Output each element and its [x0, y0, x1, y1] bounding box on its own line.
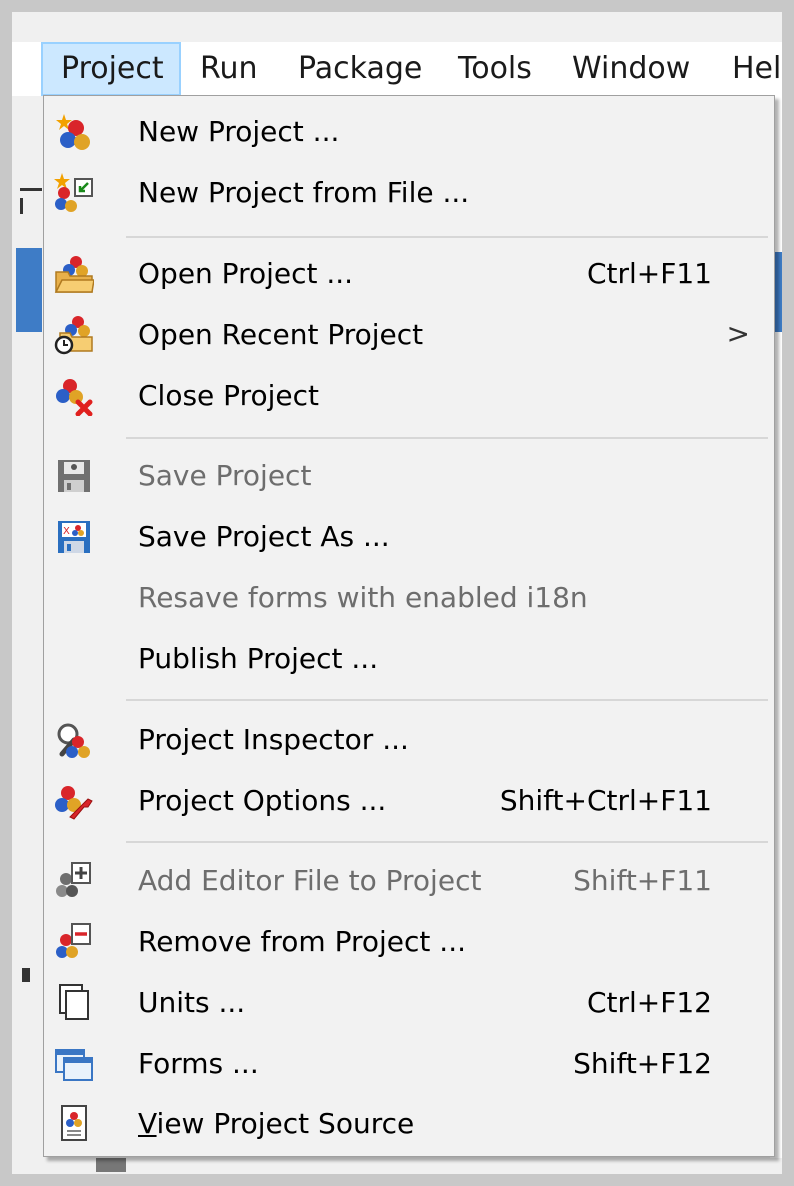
menu-item-open-recent-project[interactable]: Open Recent Project > [44, 305, 774, 365]
background-marker [20, 198, 23, 214]
menu-item-label: New Project ... [138, 115, 340, 148]
menu-item-label: Add Editor File to Project [138, 864, 482, 897]
menu-tools[interactable]: Tools [458, 42, 532, 96]
units-icon [59, 984, 89, 1020]
save-project-icon [58, 460, 90, 492]
menu-separator [126, 699, 768, 701]
remove-file-icon [56, 923, 91, 958]
menu-item-label: Open Project ... [138, 257, 354, 290]
menu-help[interactable]: Help [732, 42, 782, 96]
menu-item-new-project-from-file[interactable]: New Project from File ... [44, 163, 774, 223]
menu-item-label: Project Options ... [138, 784, 387, 817]
menu-item-shortcut: Shift+Ctrl+F11 [499, 784, 712, 817]
accelerator-key: V [138, 1107, 157, 1140]
new-project-icon [56, 114, 90, 150]
menu-package[interactable]: Package [298, 42, 422, 96]
menu-item-publish-project[interactable]: Publish Project ... [44, 629, 774, 689]
menu-separator [126, 236, 768, 238]
menu-item-save-project-as[interactable]: X Save Project As ... [44, 507, 774, 567]
menu-item-label: Project Inspector ... [138, 723, 409, 756]
menu-window[interactable]: Window [572, 42, 690, 96]
menu-item-label: Open Recent Project [138, 318, 424, 351]
menu-item-remove-from-project[interactable]: Remove from Project ... [44, 912, 774, 972]
open-project-icon [54, 256, 94, 293]
new-project-from-file-icon [54, 173, 93, 212]
menu-item-label: Forms ... [138, 1047, 259, 1080]
background-marker [20, 188, 42, 191]
menu-item-resave-forms[interactable]: Resave forms with enabled i18n [44, 568, 774, 628]
save-project-as-icon: X [58, 521, 90, 553]
menu-item-project-options[interactable]: Project Options ... Shift+Ctrl+F11 [44, 771, 774, 831]
project-dropdown-menu: New Project ... New Project from File ..… [43, 95, 775, 1157]
menu-item-label: Save Project As ... [138, 520, 390, 553]
background-marker [16, 248, 42, 332]
background-marker [96, 1158, 126, 1172]
menu-item-add-editor-file[interactable]: Add Editor File to Project Shift+F11 [44, 851, 774, 911]
menu-item-label: Units ... [138, 986, 246, 1019]
menu-item-new-project[interactable]: New Project ... [44, 102, 774, 162]
svg-text:X: X [63, 526, 70, 537]
menu-item-label: View Project Source [138, 1094, 414, 1154]
menu-item-label: Publish Project ... [138, 642, 379, 675]
open-recent-project-icon [54, 316, 93, 355]
background-marker [22, 968, 30, 982]
menu-separator [126, 437, 768, 439]
menu-item-save-project[interactable]: Save Project [44, 446, 774, 506]
menu-item-project-inspector[interactable]: Project Inspector ... [44, 710, 774, 770]
menu-item-shortcut: Shift+F12 [573, 1047, 712, 1080]
menu-project[interactable]: Project [41, 42, 181, 96]
menu-item-view-project-source[interactable]: View Project Source [44, 1094, 774, 1154]
submenu-chevron-right-icon: > [726, 317, 750, 350]
menu-item-label: Remove from Project ... [138, 925, 466, 958]
menu-item-open-project[interactable]: Open Project ... Ctrl+F11 [44, 244, 774, 304]
menu-item-label-rest: iew Project Source [156, 1107, 415, 1140]
menu-bar: Project Run Package Tools Window Help [12, 42, 782, 96]
forms-icon [55, 1049, 93, 1081]
project-inspector-icon [57, 723, 90, 758]
menu-item-shortcut: Shift+F11 [573, 864, 712, 897]
menu-separator [126, 841, 768, 843]
menu-item-close-project[interactable]: Close Project [44, 366, 774, 426]
add-file-icon [56, 862, 91, 897]
project-options-icon [55, 786, 93, 820]
menu-item-shortcut: Ctrl+F11 [586, 257, 712, 290]
view-source-icon [61, 1105, 87, 1141]
menu-item-label: Resave forms with enabled i18n [138, 581, 588, 614]
close-project-icon [56, 379, 93, 416]
menu-item-label: Close Project [138, 379, 319, 412]
menu-item-forms[interactable]: Forms ... Shift+F12 [44, 1034, 774, 1094]
menu-item-label: New Project from File ... [138, 176, 470, 209]
menu-item-shortcut: Ctrl+F12 [586, 986, 712, 1019]
menu-item-units[interactable]: Units ... Ctrl+F12 [44, 973, 774, 1033]
menu-run[interactable]: Run [200, 42, 258, 96]
menu-item-label: Save Project [138, 459, 312, 492]
